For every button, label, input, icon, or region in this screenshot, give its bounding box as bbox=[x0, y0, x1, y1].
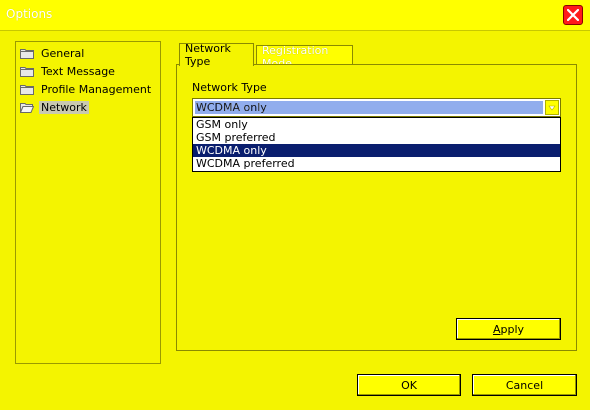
dropdown-button[interactable] bbox=[545, 100, 559, 115]
dropdown-option-wcdma-only[interactable]: WCDMA only bbox=[193, 144, 560, 157]
ok-button[interactable]: OK bbox=[357, 374, 461, 396]
tree-item-label: General bbox=[41, 46, 85, 60]
chevron-down-icon bbox=[548, 105, 556, 111]
close-icon bbox=[567, 9, 579, 21]
dropdown-option-gsm-only[interactable]: GSM only bbox=[193, 118, 560, 131]
dropdown-option-wcdma-preferred[interactable]: WCDMA preferred bbox=[193, 157, 560, 170]
apply-mnemonic: A bbox=[492, 322, 501, 336]
apply-label: pply bbox=[500, 322, 525, 336]
network-type-label: Network Type bbox=[192, 81, 267, 94]
tree-item-network[interactable]: Network bbox=[20, 99, 89, 115]
tab-label: Network Type bbox=[185, 42, 231, 68]
combobox-selected-value: WCDMA only bbox=[195, 101, 543, 114]
close-button[interactable] bbox=[563, 5, 583, 25]
dropdown-option-gsm-preferred[interactable]: GSM preferred bbox=[193, 131, 560, 144]
folder-open-icon bbox=[20, 102, 34, 113]
apply-button[interactable]: Apply bbox=[456, 318, 561, 340]
tree-item-label: Text Message bbox=[41, 64, 115, 78]
tree-item-profile-management[interactable]: Profile Management bbox=[20, 81, 153, 97]
options-tree: General Text Message Profile Management … bbox=[15, 41, 161, 364]
tree-item-label: Network bbox=[39, 100, 89, 114]
tab-network-type[interactable]: Network Type bbox=[179, 42, 254, 68]
tree-item-general[interactable]: General bbox=[20, 45, 86, 61]
tree-item-text-message[interactable]: Text Message bbox=[20, 63, 117, 79]
folder-closed-icon bbox=[20, 66, 34, 77]
title-bar: Options bbox=[0, 0, 590, 31]
folder-closed-icon bbox=[20, 84, 34, 95]
network-type-dropdown-list: GSM only GSM preferred WCDMA only WCDMA … bbox=[192, 117, 561, 172]
cancel-label: Cancel bbox=[505, 378, 544, 392]
tree-item-label: Profile Management bbox=[41, 82, 152, 96]
ok-label: OK bbox=[401, 378, 417, 392]
folder-closed-icon bbox=[20, 48, 34, 59]
window-title: Options bbox=[6, 7, 53, 21]
network-type-combobox[interactable]: WCDMA only bbox=[192, 98, 561, 117]
cancel-button[interactable]: Cancel bbox=[472, 374, 577, 396]
